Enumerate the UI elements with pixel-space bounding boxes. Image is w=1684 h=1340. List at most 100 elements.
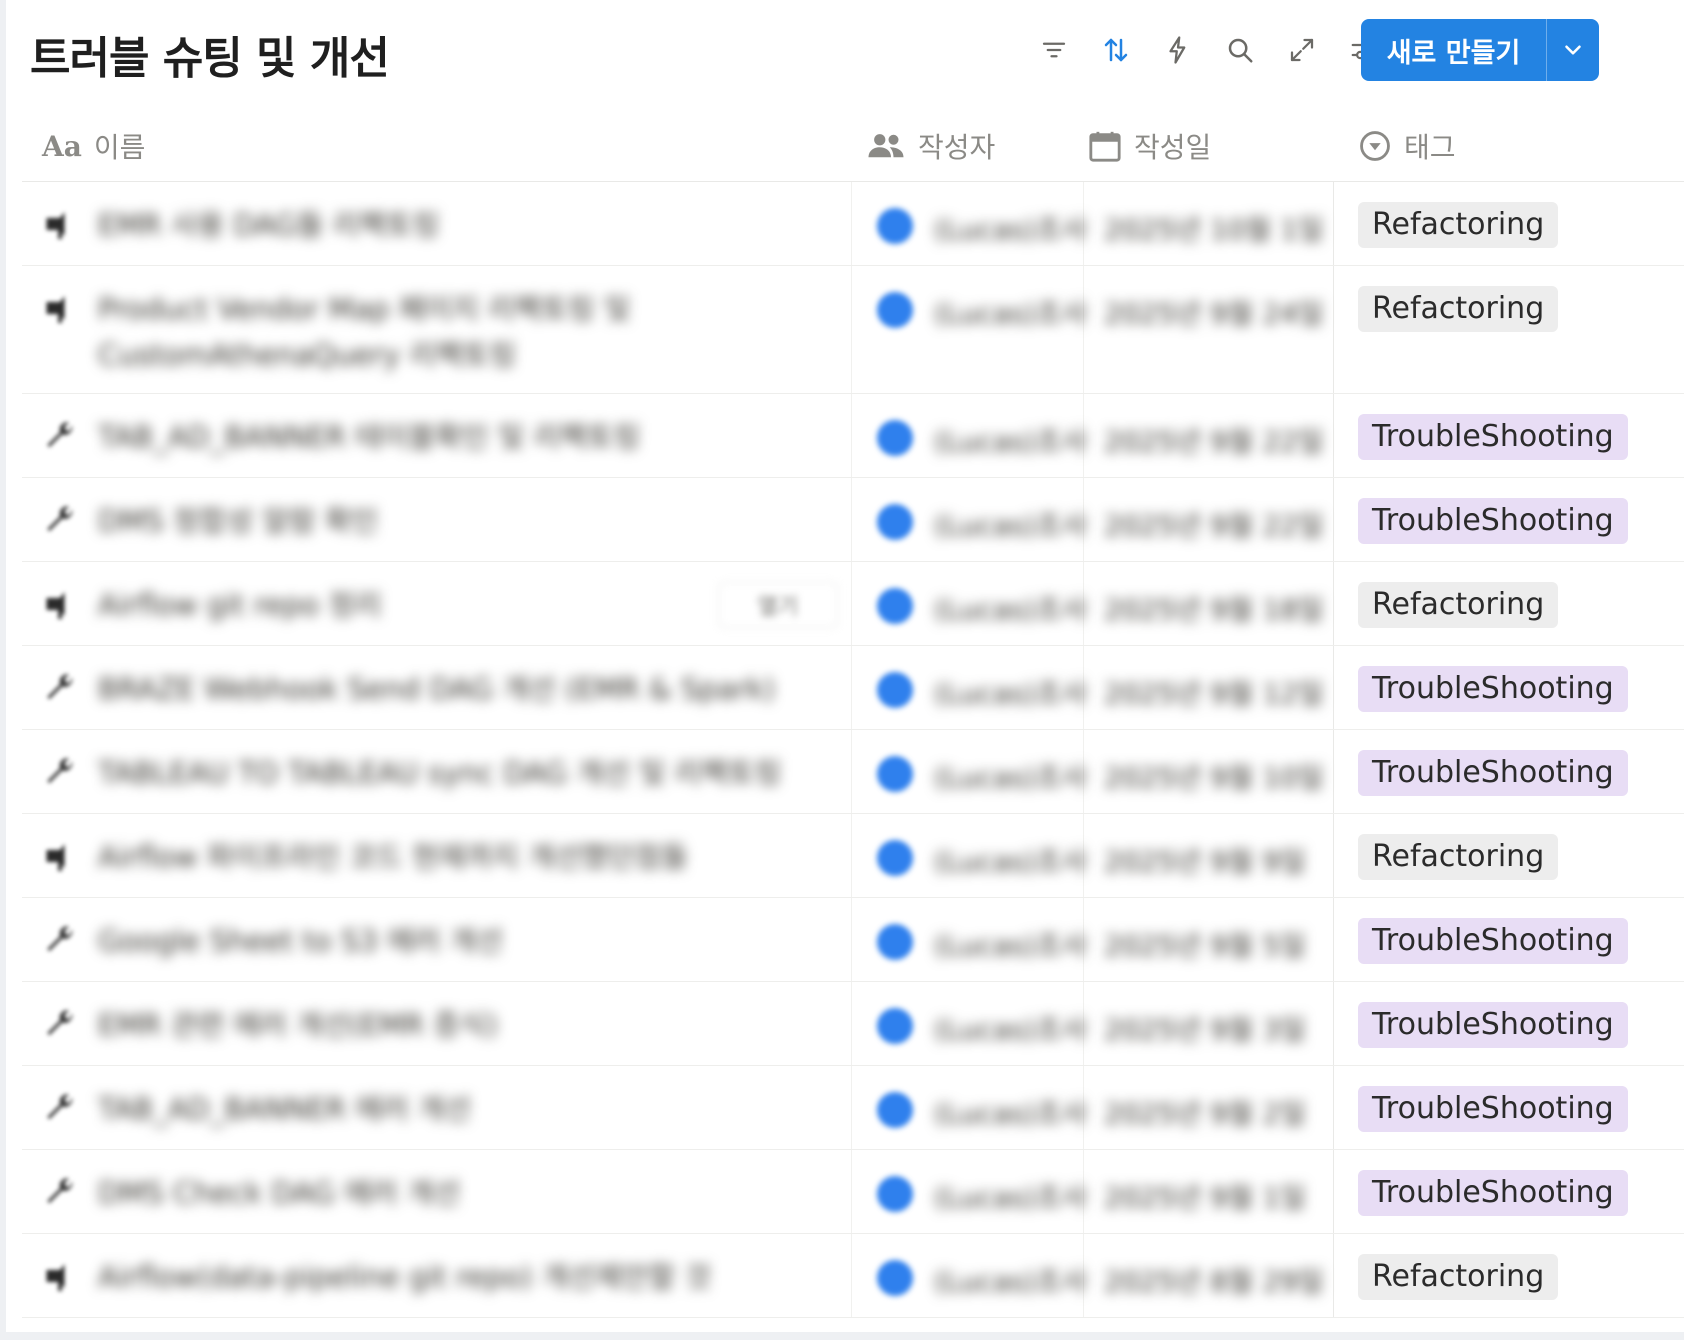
cell-tag[interactable]: TroubleShooting [1334,646,1684,729]
table-row[interactable]: Airflow(data-pipeline git repo) 개선제안할 것 (… [22,1234,1684,1318]
table-row[interactable]: EMR 사용 DAG들 리팩토링 (Lucas)조사 2025년 10월 1일 Ref… [22,182,1684,266]
table-row[interactable]: Airflow 파이프라인 코드 현재까지 개선했던점들 (Lucas)조사 202… [22,814,1684,898]
table-row[interactable]: DMS Check DAG 에러 개선 (Lucas)조사 2025년 9월 1일 T… [22,1150,1684,1234]
cell-name[interactable]: EMR 사용 DAG들 리팩토링 [22,182,852,265]
cell-name[interactable]: EMR 관련 에러 개선(EMR 증식) [22,982,852,1065]
cell-date[interactable]: 2025년 9월 18일 [1084,562,1334,645]
lightning-icon[interactable] [1158,30,1198,70]
cell-name[interactable]: Product Vendor Map 페이지 리팩토링 및 CustomAthe… [22,266,852,393]
table-row[interactable]: EMR 관련 에러 개선(EMR 증식) (Lucas)조사 2025년 9월 3일… [22,982,1684,1066]
row-title[interactable]: EMR 사용 DAG들 리팩토링 [98,202,818,248]
table-row[interactable]: TAB_AD_BANNER 테이블확인 및 리팩토링 (Lucas)조사 2025년… [22,394,1684,478]
cell-date[interactable]: 2025년 9월 22일 [1084,394,1334,477]
cell-date[interactable]: 2025년 9월 3일 [1084,982,1334,1065]
cell-tag[interactable]: TroubleShooting [1334,1150,1684,1233]
cell-tag[interactable]: Refactoring [1334,266,1684,393]
table-row[interactable]: TAB_AD_BANNER 에러 개선 (Lucas)조사 2025년 9월 2일 T… [22,1066,1684,1150]
row-title[interactable]: TABLEAU TO TABLEAU sync DAG 개선 및 리팩토링 [98,750,818,796]
cell-author[interactable]: (Lucas)조사 [852,1234,1087,1317]
row-title[interactable]: Google Sheet to S3 에러 개선 [98,918,818,964]
cell-date[interactable]: 2025년 10월 1일 [1084,182,1334,265]
cell-author[interactable]: (Lucas)조사 [852,646,1088,729]
table-row[interactable]: Product Vendor Map 페이지 리팩토링 및 CustomAthe… [22,266,1684,394]
row-title[interactable]: EMR 관련 에러 개선(EMR 증식) [98,1002,818,1048]
cell-author[interactable]: (Lucas)조사 [852,562,1087,645]
wrench-icon [42,670,78,706]
cell-name[interactable]: BRAZE Webhook Send DAG 개선 (EMR & Spark) [22,646,852,729]
cell-tag[interactable]: Refactoring [1334,814,1684,897]
cell-name[interactable]: Airflow git repo 정리 열기 [22,562,852,645]
table-body: EMR 사용 DAG들 리팩토링 (Lucas)조사 2025년 10월 1일 Ref… [22,182,1684,1318]
new-button[interactable]: 새로 만들기 [1361,19,1599,81]
cell-name[interactable]: TABLEAU TO TABLEAU sync DAG 개선 및 리팩토링 [22,730,852,813]
column-header-date[interactable]: 작성일 [1088,110,1211,182]
table-row[interactable]: BRAZE Webhook Send DAG 개선 (EMR & Spark) (… [22,646,1684,730]
table-row[interactable]: Google Sheet to S3 에러 개선 (Lucas)조사 2025년 9… [22,898,1684,982]
cell-name[interactable]: TAB_AD_BANNER 테이블확인 및 리팩토링 [22,394,852,477]
search-icon[interactable] [1220,30,1260,70]
view-toolbar [1034,30,1384,70]
cell-tag[interactable]: Refactoring [1334,1234,1684,1317]
cell-author[interactable]: (Lucas)조사 [852,266,1087,393]
filter-icon[interactable] [1034,30,1074,70]
cell-tag[interactable]: Refactoring [1334,562,1684,645]
new-button-label[interactable]: 새로 만들기 [1361,19,1547,81]
open-button[interactable]: 열기 [718,582,838,628]
row-title[interactable]: DMS 정합성 알람 확인 [98,498,818,544]
table-row[interactable]: DMS 정합성 알람 확인 (Lucas)조사 2025년 9월 22일 Troubl… [22,478,1684,562]
cell-tag[interactable]: TroubleShooting [1334,982,1684,1065]
avatar [877,840,913,876]
cell-author[interactable]: (Lucas)조사 [852,1066,1088,1149]
cell-author[interactable]: (Lucas)조사 [852,1150,1087,1233]
cell-name[interactable]: DMS Check DAG 에러 개선 [22,1150,852,1233]
cell-date[interactable]: 2025년 9월 12일 [1084,646,1334,729]
cell-name[interactable]: TAB_AD_BANNER 에러 개선 [22,1066,852,1149]
table-row[interactable]: Airflow git repo 정리 열기 (Lucas)조사 2025년 9월 1… [22,562,1684,646]
cell-tag[interactable]: Refactoring [1334,182,1684,265]
column-header-tag[interactable]: 태그 [1358,110,1456,182]
cell-author[interactable]: (Lucas)조사 [852,394,1087,477]
cell-date[interactable]: 2025년 9월 22일 [1084,478,1334,561]
cell-date[interactable]: 2025년 9월 1일 [1084,1150,1334,1233]
cell-name[interactable]: Airflow 파이프라인 코드 현재까지 개선했던점들 [22,814,852,897]
cell-name[interactable]: Airflow(data-pipeline git repo) 개선제안할 것 [22,1234,852,1317]
cell-date[interactable]: 2025년 9월 9일 [1084,814,1334,897]
cell-tag[interactable]: TroubleShooting [1334,478,1684,561]
created-date: 2025년 8월 29일 [1104,1265,1324,1298]
cell-tag[interactable]: TroubleShooting [1334,394,1684,477]
cell-author[interactable]: (Lucas)조사 [852,982,1087,1065]
cell-date[interactable]: 2025년 9월 10일 [1084,730,1334,813]
row-title[interactable]: Airflow(data-pipeline git repo) 개선제안할 것 [98,1254,818,1300]
cell-name[interactable]: DMS 정합성 알람 확인 [22,478,852,561]
cell-author[interactable]: (Lucas)조사 [852,478,1087,561]
column-header-name[interactable]: Aa 이름 [42,110,145,182]
cell-tag[interactable]: TroubleShooting [1334,898,1684,981]
cell-date[interactable]: 2025년 9월 2일 [1084,1066,1334,1149]
row-title[interactable]: BRAZE Webhook Send DAG 개선 (EMR & Spark) [98,666,818,712]
cell-author[interactable]: (Lucas)조사 [852,898,1087,981]
created-date: 2025년 9월 18일 [1104,593,1324,626]
row-title[interactable]: Airflow git repo 정리 [98,582,818,628]
cell-date[interactable]: 2025년 9월 24일 [1084,266,1334,393]
cell-author[interactable]: (Lucas)조사 [852,730,1087,813]
cell-date[interactable]: 2025년 8월 29일 [1084,1234,1334,1317]
pushpin-icon [42,290,78,326]
row-title[interactable]: Airflow 파이프라인 코드 현재까지 개선했던점들 [98,834,818,880]
author-name: (Lucas)조사 [934,1097,1088,1130]
cell-author[interactable]: (Lucas)조사 [852,814,1087,897]
table-row[interactable]: TABLEAU TO TABLEAU sync DAG 개선 및 리팩토링 (Lu… [22,730,1684,814]
row-title[interactable]: TAB_AD_BANNER 테이블확인 및 리팩토링 [98,414,818,460]
expand-icon[interactable] [1282,30,1322,70]
cell-tag[interactable]: TroubleShooting [1334,1066,1684,1149]
cell-author[interactable]: (Lucas)조사 [852,182,1087,265]
sort-icon[interactable] [1096,30,1136,70]
author-name: (Lucas)조사 [934,677,1088,710]
chevron-down-icon[interactable] [1547,19,1599,81]
column-header-author[interactable]: 작성자 [866,110,995,182]
cell-name[interactable]: Google Sheet to S3 에러 개선 [22,898,852,981]
row-title[interactable]: TAB_AD_BANNER 에러 개선 [98,1086,818,1132]
row-title[interactable]: DMS Check DAG 에러 개선 [98,1170,818,1216]
row-title[interactable]: Product Vendor Map 페이지 리팩토링 및 CustomAthe… [98,286,818,378]
cell-date[interactable]: 2025년 9월 5일 [1084,898,1334,981]
cell-tag[interactable]: TroubleShooting [1334,730,1684,813]
